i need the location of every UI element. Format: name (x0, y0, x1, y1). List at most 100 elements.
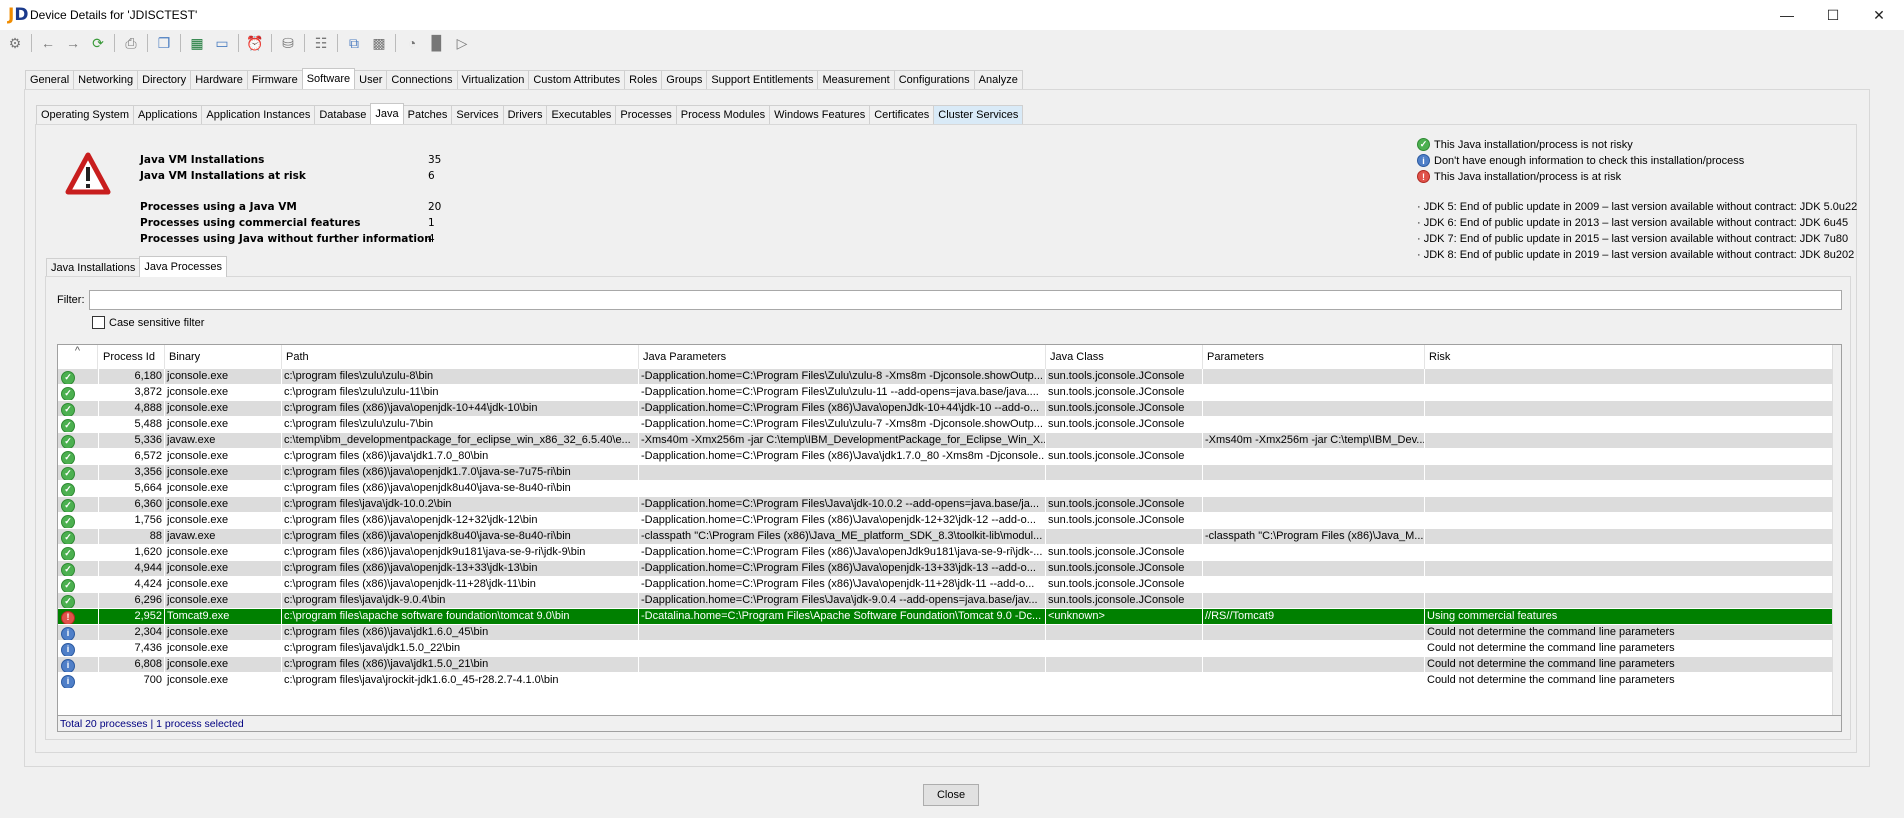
table-row[interactable]: ✓ 4,888 jconsole.exe c:\program files (x86)… (58, 401, 1832, 417)
cell-jparams: -Dapplication.home=C:\Program Files\Zulu… (641, 386, 1039, 398)
table-row[interactable]: ✓ 5,336 javaw.exe c:\temp\ibm_developmentpa… (58, 433, 1832, 449)
table-row[interactable]: ✓ 6,296 jconsole.exe c:\program files\java\… (58, 593, 1832, 609)
subtab-database[interactable]: Database (314, 105, 372, 124)
alarm-clock-icon[interactable]: ⏰ (244, 32, 266, 54)
close-button[interactable]: Close (923, 784, 979, 806)
table-row[interactable]: ✓ 88 javaw.exe c:\program files (x86)\java\… (58, 529, 1832, 545)
cell-jclass: sun.tools.jconsole.JConsole (1046, 369, 1202, 384)
status-cell: ✓ (58, 401, 98, 416)
copy-icon[interactable]: ❐ (153, 32, 175, 54)
column-header-risk[interactable]: Risk (1425, 345, 1833, 369)
table-row[interactable]: i 2,304 jconsole.exe c:\program files (x86)… (58, 625, 1832, 641)
table-row[interactable]: i 6,808 jconsole.exe c:\program files (x86)… (58, 657, 1832, 673)
cell-params (1203, 657, 1424, 672)
table-icon[interactable]: ▩ (368, 32, 390, 54)
tab-analyze[interactable]: Analyze (973, 70, 1023, 89)
table-row[interactable]: ✓ 3,872 jconsole.exe c:\program files\zulu\… (58, 385, 1832, 401)
subtab-certificates[interactable]: Certificates (869, 105, 935, 124)
gear-icon[interactable]: ⚙ (4, 32, 26, 54)
tab-networking[interactable]: Networking (73, 70, 139, 89)
back-icon[interactable]: ← (37, 32, 59, 54)
table-row[interactable]: ✓ 6,180 jconsole.exe c:\program files\zulu\… (58, 369, 1832, 385)
document-icon[interactable]: ▭ (211, 32, 233, 54)
vertical-scrollbar[interactable] (1832, 345, 1841, 715)
table-row[interactable]: ✓ 6,360 jconsole.exe c:\program files\java\… (58, 497, 1832, 513)
column-header-binary[interactable]: Binary (165, 345, 282, 369)
table-row[interactable]: ✓ 4,424 jconsole.exe c:\program files (x86)… (58, 577, 1832, 593)
bar-chart-icon[interactable]: ▉ (426, 32, 448, 54)
subtab-windows-features[interactable]: Windows Features (769, 105, 871, 124)
summary-label: Processes using a Java VM (140, 201, 297, 213)
tab-support-entitlements[interactable]: Support Entitlements (706, 70, 819, 89)
cell-path: c:\program files\java\jdk-10.0.2\bin (282, 497, 638, 512)
cell-risk (1425, 593, 1832, 608)
cell-params (1203, 673, 1424, 688)
subtab-application-instances[interactable]: Application Instances (201, 105, 316, 124)
subtab-processes[interactable]: Processes (615, 105, 677, 124)
cell-binary: jconsole.exe (167, 578, 229, 590)
column-header-path[interactable]: Path (282, 345, 639, 369)
chart-off-icon[interactable]: ▷ (451, 32, 473, 54)
tab-general[interactable]: General (25, 70, 75, 89)
subtab-executables[interactable]: Executables (546, 105, 617, 124)
print-icon[interactable]: ⎙ (120, 32, 142, 54)
table-row[interactable]: ✓ 3,356 jconsole.exe c:\program files (x86)… (58, 465, 1832, 481)
checkbox-box[interactable] (92, 316, 105, 329)
filter-input[interactable] (89, 290, 1842, 310)
tab-custom-attributes[interactable]: Custom Attributes (528, 70, 626, 89)
cell-risk: Using commercial features (1425, 609, 1832, 624)
innertab-java-processes[interactable]: Java Processes (139, 256, 228, 277)
cell-jclass: <unknown> (1046, 609, 1202, 624)
cell-risk: Could not determine the command line par… (1425, 657, 1832, 672)
maximize-button[interactable]: ☐ (1810, 0, 1856, 30)
forward-icon[interactable]: → (62, 32, 84, 54)
pie-chart-icon[interactable]: ◔ (401, 32, 423, 54)
minimize-button[interactable]: — (1764, 0, 1810, 30)
subtab-drivers[interactable]: Drivers (502, 105, 548, 124)
tab-directory[interactable]: Directory (137, 70, 192, 89)
case-sensitive-checkbox[interactable]: Case sensitive filter (92, 316, 204, 329)
refresh-icon[interactable]: ⟳ (87, 32, 109, 54)
table-row[interactable]: ✓ 1,756 jconsole.exe c:\program files (x86)… (58, 513, 1832, 529)
check-circle-icon: ✓ (61, 594, 75, 608)
sort-indicator[interactable]: ^ (58, 345, 98, 369)
tab-software[interactable]: Software (301, 68, 356, 89)
tab-connections[interactable]: Connections (386, 70, 458, 89)
tab-virtualization[interactable]: Virtualization (456, 70, 530, 89)
subtab-applications[interactable]: Applications (133, 105, 203, 124)
column-header-parameters[interactable]: Parameters (1203, 345, 1425, 369)
table-row[interactable]: i 700 jconsole.exe c:\program files\java\jr… (58, 673, 1832, 689)
column-header-java-class[interactable]: Java Class (1046, 345, 1203, 369)
column-header-process-id[interactable]: Process Id (99, 345, 165, 369)
tab-roles[interactable]: Roles (624, 70, 663, 89)
table-row[interactable]: ✓ 1,620 jconsole.exe c:\program files (x86)… (58, 545, 1832, 561)
subtab-patches[interactable]: Patches (402, 105, 453, 124)
table-row[interactable]: ✓ 4,944 jconsole.exe c:\program files (x86)… (58, 561, 1832, 577)
subtab-process-modules[interactable]: Process Modules (675, 105, 771, 124)
tab-hardware[interactable]: Hardware (190, 70, 248, 89)
innertab-java-installations[interactable]: Java Installations (46, 258, 141, 277)
tab-configurations[interactable]: Configurations (893, 70, 975, 89)
table-row[interactable]: ✓ 6,572 jconsole.exe c:\program files (x86)… (58, 449, 1832, 465)
tab-firmware[interactable]: Firmware (246, 70, 303, 89)
cell-jclass: sun.tools.jconsole.JConsole (1048, 386, 1185, 398)
table-row[interactable]: ✓ 5,488 jconsole.exe c:\program files\zulu\… (58, 417, 1832, 433)
table-row[interactable]: ✓ 5,664 jconsole.exe c:\program files (x86)… (58, 481, 1832, 497)
tab-user[interactable]: User (354, 70, 388, 89)
tab-measurement[interactable]: Measurement (817, 70, 895, 89)
subtab-services[interactable]: Services (451, 105, 504, 124)
cell-jparams: -Dcatalina.home=C:\Program Files\Apache … (639, 609, 1045, 624)
table-row[interactable]: ! 2,952 Tomcat9.exe c:\program files\apache… (58, 609, 1832, 625)
column-header-java-parameters[interactable]: Java Parameters (639, 345, 1046, 369)
database-icon[interactable]: ⛁ (277, 32, 299, 54)
subtab-java[interactable]: Java (370, 103, 404, 124)
close-window-button[interactable]: ✕ (1856, 0, 1902, 30)
hierarchy-icon[interactable]: ☷ (310, 32, 332, 54)
table-row[interactable]: i 7,436 jconsole.exe c:\program files\java\… (58, 641, 1832, 657)
copy-table-icon[interactable]: ⧉ (343, 32, 365, 54)
cell-jparams: -Dapplication.home=C:\Program Files (x86… (639, 401, 1045, 416)
excel-icon[interactable]: ▦ (186, 32, 208, 54)
subtab-operating-system[interactable]: Operating System (36, 105, 135, 124)
subtab-cluster-services[interactable]: Cluster Services (933, 105, 1024, 124)
tab-groups[interactable]: Groups (661, 70, 708, 89)
